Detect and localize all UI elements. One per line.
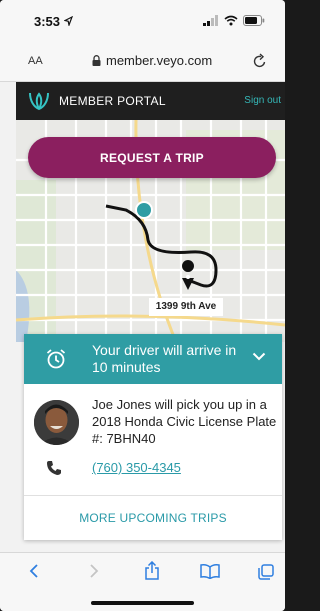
status-time: 3:53 [34, 14, 61, 29]
back-icon[interactable] [28, 563, 40, 579]
bookmarks-icon[interactable] [200, 564, 220, 579]
portal-title: MEMBER PORTAL [59, 94, 166, 108]
more-upcoming-trips-button[interactable]: MORE UPCOMING TRIPS [24, 496, 282, 540]
status-bar: 3:53 [0, 0, 285, 42]
status-icons [203, 15, 265, 26]
home-indicator[interactable] [91, 601, 194, 605]
tabs-icon[interactable] [258, 564, 274, 580]
forward-icon[interactable] [88, 563, 100, 579]
share-icon[interactable] [144, 561, 160, 580]
alarm-clock-icon [46, 349, 66, 369]
veyo-logo-icon [29, 92, 49, 111]
url-text: member.veyo.com [106, 53, 213, 68]
browser-address-bar[interactable]: AA member.veyo.com [0, 42, 285, 82]
driver-photo [34, 400, 79, 445]
wifi-icon [224, 15, 238, 26]
phone-screen: 3:53 AA member.veyo.com MEMBER PORTAL Si… [0, 0, 285, 611]
chevron-down-icon[interactable] [252, 352, 266, 361]
signal-icon [203, 15, 218, 26]
text-size-button[interactable]: AA [28, 55, 43, 67]
phone-icon[interactable] [46, 460, 62, 476]
destination-address-label: 1399 9th Ave [149, 298, 223, 316]
driver-card: Your driver will arrive in 10 minutes Jo… [24, 334, 282, 540]
request-trip-button[interactable]: REQUEST A TRIP [28, 137, 276, 178]
battery-icon [243, 15, 265, 26]
location-arrow-icon [64, 16, 73, 26]
eta-message: Your driver will arrive in 10 minutes [92, 342, 237, 375]
sign-out-link[interactable]: Sign out [244, 95, 281, 106]
lock-icon [92, 55, 101, 66]
pickup-details: Joe Jones will pick you up in a 2018 Hon… [92, 397, 277, 446]
app-header: MEMBER PORTAL Sign out [16, 82, 285, 120]
driver-phone-link[interactable]: (760) 350-4345 [92, 460, 181, 475]
eta-banner[interactable]: Your driver will arrive in 10 minutes [24, 334, 282, 384]
url-display[interactable]: member.veyo.com [92, 53, 212, 68]
driver-avatar [34, 400, 79, 445]
reload-icon[interactable] [253, 53, 267, 69]
